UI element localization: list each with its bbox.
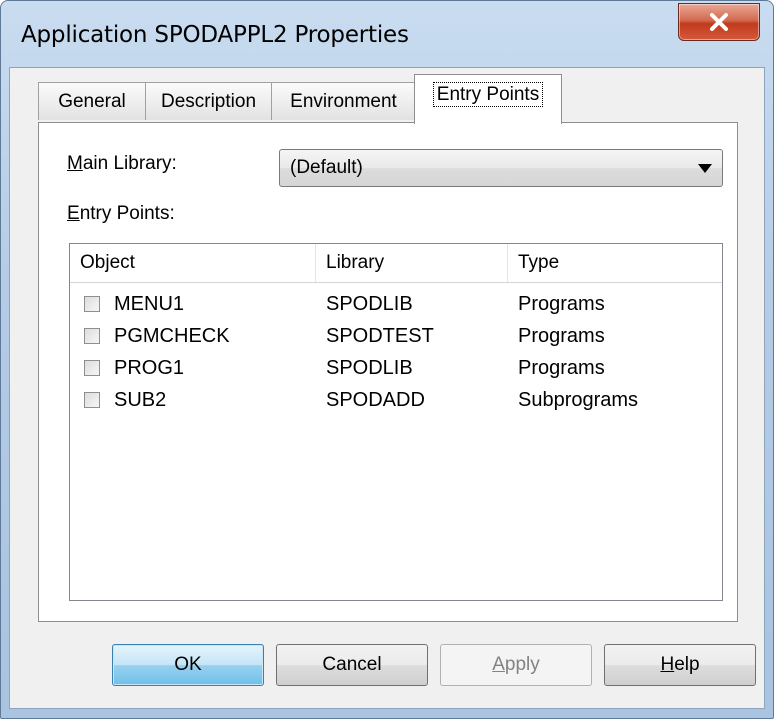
object-name: PGMCHECK	[114, 325, 230, 347]
entry-points-label: Entry Points:	[67, 203, 175, 224]
library-name: SPODLIB	[326, 357, 413, 379]
object-name: SUB2	[114, 389, 167, 411]
apply-button[interactable]: Apply	[440, 644, 592, 686]
object-type: Programs	[518, 357, 605, 379]
close-icon	[710, 13, 728, 31]
entry-checkbox[interactable]	[84, 392, 100, 408]
main-library-dropdown[interactable]: (Default)	[279, 149, 723, 187]
library-name: SPODADD	[326, 389, 425, 411]
title-bar[interactable]: Application SPODAPPL2 Properties	[1, 1, 773, 67]
tab-description[interactable]: Description	[145, 82, 272, 120]
tab-environment-label: Environment	[290, 91, 397, 112]
cancel-button[interactable]: Cancel	[276, 644, 428, 686]
object-type: Programs	[518, 293, 605, 315]
window-title: Application SPODAPPL2 Properties	[21, 22, 409, 48]
object-type: Programs	[518, 325, 605, 347]
main-library-value: (Default)	[290, 157, 363, 178]
dialog-body: General Description Environment Entry Po…	[9, 67, 765, 709]
entry-checkbox[interactable]	[84, 360, 100, 376]
chevron-down-icon	[698, 164, 712, 173]
properties-dialog: Application SPODAPPL2 Properties General…	[0, 0, 774, 719]
tab-entry-points[interactable]: Entry Points	[414, 74, 562, 124]
tab-general[interactable]: General	[38, 82, 146, 120]
tab-environment[interactable]: Environment	[271, 82, 416, 120]
list-item[interactable]: SUB2 SPODADD Subprograms	[70, 384, 722, 416]
entry-checkbox[interactable]	[84, 296, 100, 312]
list-item[interactable]: PROG1 SPODLIB Programs	[70, 352, 722, 384]
entry-points-panel: Main Library: (Default) Entry Points: Ob…	[38, 122, 738, 622]
tab-entry-points-label: Entry Points	[432, 82, 544, 107]
close-button[interactable]	[678, 3, 760, 41]
library-name: SPODLIB	[326, 293, 413, 315]
main-library-label: Main Library:	[67, 153, 177, 174]
library-name: SPODTEST	[326, 325, 434, 347]
entry-checkbox[interactable]	[84, 328, 100, 344]
tab-description-label: Description	[160, 91, 257, 112]
object-type: Subprograms	[518, 389, 639, 411]
ok-button[interactable]: OK	[112, 644, 264, 686]
object-name: MENU1	[114, 293, 185, 315]
tab-general-label: General	[58, 91, 126, 112]
column-header-type[interactable]: Type	[508, 244, 722, 282]
column-header-object[interactable]: Object	[70, 244, 316, 282]
object-name: PROG1	[114, 357, 185, 379]
list-item[interactable]: MENU1 SPODLIB Programs	[70, 288, 722, 320]
entry-points-list[interactable]: Object Library Type MENU1 SPODLIB Progra…	[69, 243, 723, 601]
help-button[interactable]: Help	[604, 644, 756, 686]
column-header-library[interactable]: Library	[316, 244, 508, 282]
list-item[interactable]: PGMCHECK SPODTEST Programs	[70, 320, 722, 352]
list-header: Object Library Type	[70, 244, 722, 283]
